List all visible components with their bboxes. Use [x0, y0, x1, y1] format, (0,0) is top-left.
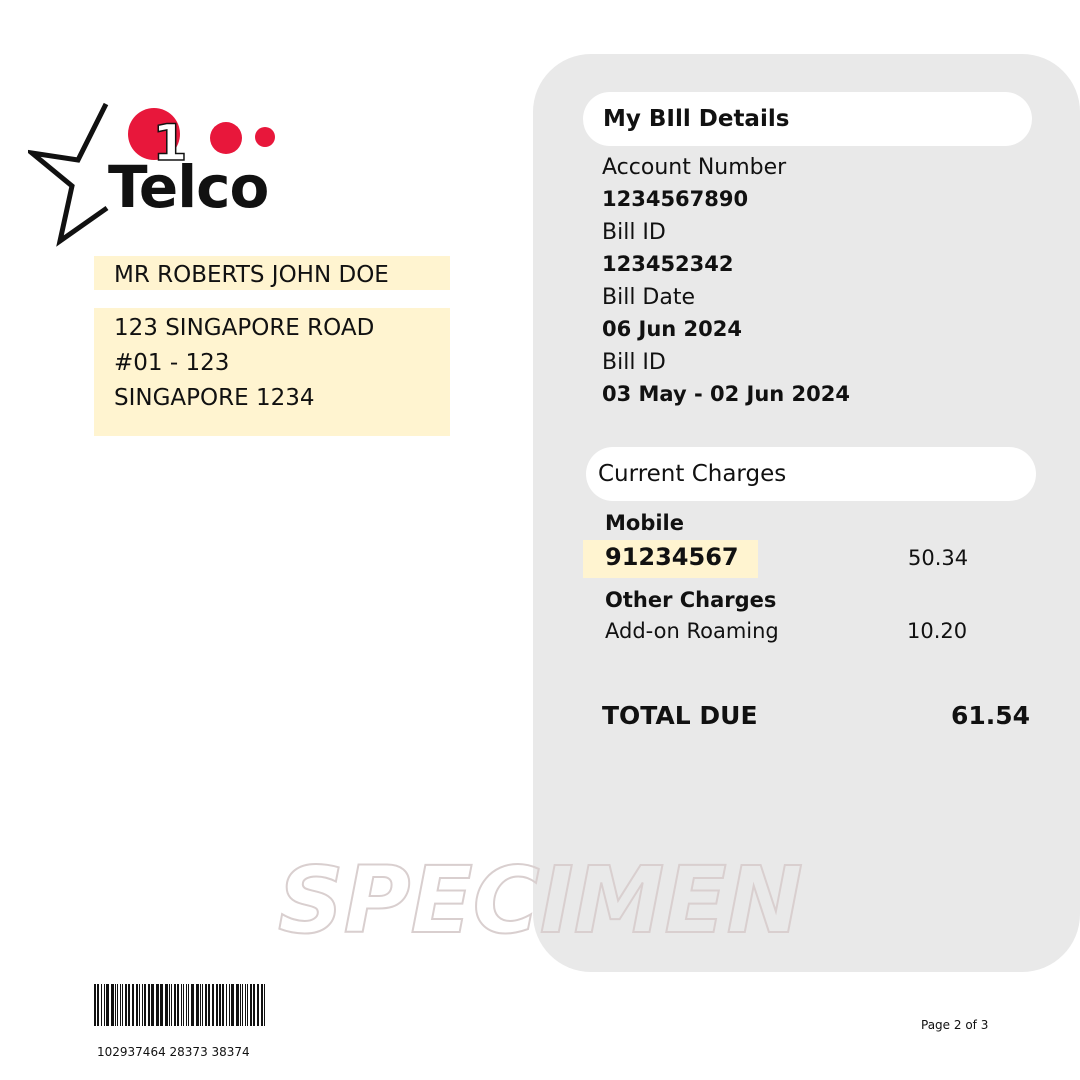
barcode-bar [257, 984, 259, 1026]
star-icon [28, 102, 109, 247]
barcode-bar [186, 984, 187, 1026]
barcode-bar [160, 984, 163, 1026]
barcode-bar [128, 984, 130, 1026]
barcode-bar [177, 984, 179, 1026]
bill-date-label: Bill Date [602, 285, 696, 310]
barcode-bar [261, 984, 263, 1026]
barcode-bar [94, 984, 96, 1026]
barcode-number: 102937464 28373 38374 [97, 1045, 250, 1059]
bill-id-value: 123452342 [602, 252, 734, 276]
barcode-bar [171, 984, 172, 1026]
barcode-bar [242, 984, 243, 1026]
barcode-bar [120, 984, 121, 1026]
barcode-bar [191, 984, 194, 1026]
specimen-watermark: SPECIMEN [278, 846, 804, 952]
barcode-bar [212, 984, 214, 1026]
other-charges-heading: Other Charges [605, 588, 777, 612]
barcode-bar [183, 984, 184, 1026]
barcode-bar [205, 984, 207, 1026]
add-on-roaming-amount: 10.20 [907, 619, 968, 643]
barcode-bar [231, 984, 234, 1026]
barcode-bar [222, 984, 224, 1026]
barcode-bar [174, 984, 176, 1026]
barcode-bar [101, 984, 102, 1026]
barcode-bar [216, 984, 218, 1026]
barcode-bar [196, 984, 199, 1026]
bill-details-title: My BIll Details [603, 106, 790, 132]
mobile-heading: Mobile [605, 511, 684, 535]
bill-date-value: 06 Jun 2024 [602, 317, 743, 341]
barcode-bar [115, 984, 116, 1026]
address-line-1: 123 SINGAPORE ROAD [114, 315, 375, 341]
barcode-bar [236, 984, 239, 1026]
total-due-label: TOTAL DUE [602, 701, 758, 730]
mobile-amount: 50.34 [908, 546, 969, 570]
barcode-bar [208, 984, 210, 1026]
barcode-bar [165, 984, 168, 1026]
barcode-bar [151, 984, 154, 1026]
add-on-roaming-label: Add-on Roaming [605, 619, 779, 643]
current-charges-title: Current Charges [598, 461, 787, 487]
customer-name-box: MR ROBERTS JOHN DOE [94, 256, 450, 290]
barcode-bar [122, 984, 123, 1026]
barcode-bar [188, 984, 189, 1026]
barcode-bar [136, 984, 138, 1026]
customer-address-box: 123 SINGAPORE ROAD #01 - 123 SINGAPORE 1… [94, 308, 450, 436]
barcode-bar [200, 984, 201, 1026]
barcode-bar [148, 984, 150, 1026]
barcode-bar [111, 984, 114, 1026]
watermark-text: SPECIMEN [278, 847, 803, 952]
address-line-3: SINGAPORE 1234 [114, 385, 315, 411]
barcode-bar [142, 984, 143, 1026]
barcode-bar [253, 984, 255, 1026]
barcode-bar [219, 984, 221, 1026]
barcode-bar [117, 984, 118, 1026]
barcode-bar [106, 984, 109, 1026]
barcode-bar [229, 984, 230, 1026]
account-number-label: Account Number [602, 155, 787, 180]
barcode-bar [250, 984, 252, 1026]
barcode-bar [125, 984, 127, 1026]
barcode-bar [202, 984, 203, 1026]
barcode-bar [156, 984, 159, 1026]
total-due-amount: 61.54 [951, 701, 1031, 730]
barcode-bar [169, 984, 170, 1026]
barcode-bar [181, 984, 182, 1026]
bill-id-label: Bill ID [602, 220, 666, 245]
barcode-bar [104, 984, 105, 1026]
logo-dot-medium [210, 122, 242, 154]
bill-period-value: 03 May - 02 Jun 2024 [602, 382, 850, 406]
logo-wordmark: Telco [108, 153, 269, 221]
barcode-bar [240, 984, 241, 1026]
address-line-2: #01 - 123 [114, 350, 230, 376]
barcode-bar [264, 984, 265, 1026]
barcode-bar [144, 984, 146, 1026]
account-number-value: 1234567890 [602, 187, 749, 211]
barcode [94, 984, 265, 1026]
barcode-bar [97, 984, 99, 1026]
barcode-bar [139, 984, 140, 1026]
barcode-bar [245, 984, 246, 1026]
mobile-number: 91234567 [605, 543, 739, 571]
page-number: Page 2 of 3 [921, 1018, 989, 1032]
barcode-bar [247, 984, 248, 1026]
barcode-bar [132, 984, 134, 1026]
barcode-bar [226, 984, 227, 1026]
bill-period-label: Bill ID [602, 350, 666, 375]
logo-dot-small [255, 127, 275, 147]
telco-logo: 1 Telco [28, 98, 308, 248]
customer-name: MR ROBERTS JOHN DOE [114, 262, 389, 288]
